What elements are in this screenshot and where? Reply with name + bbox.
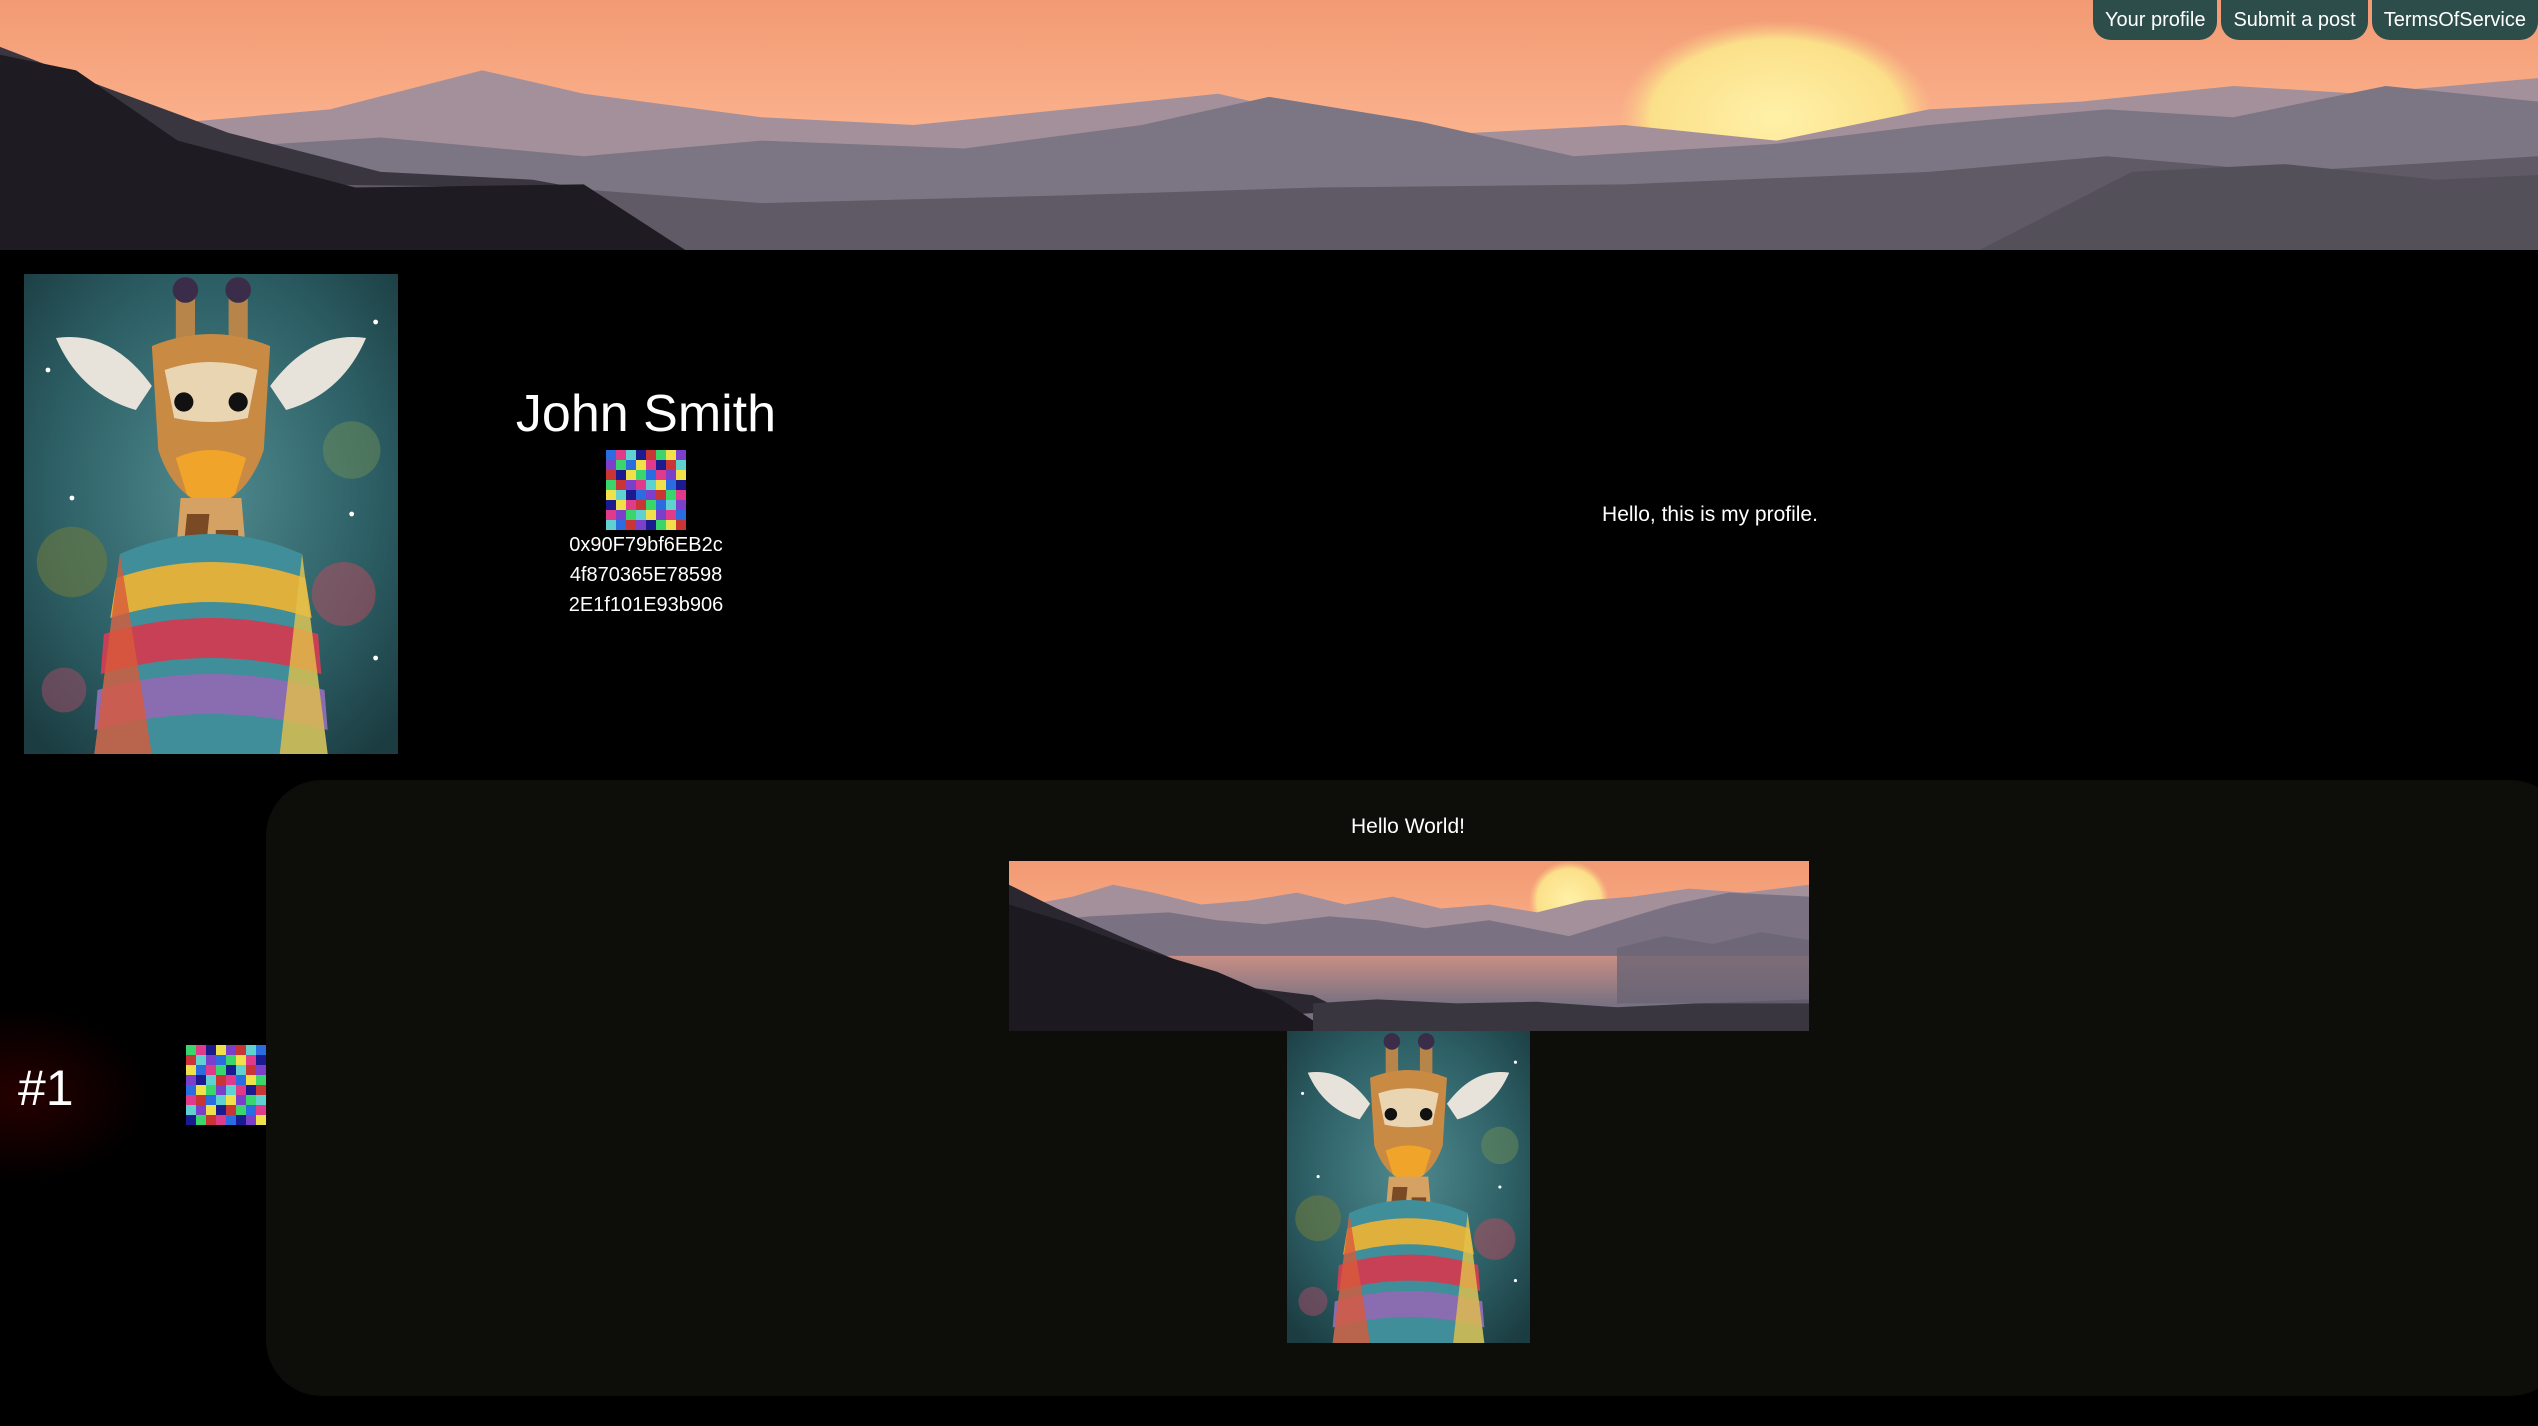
submit-post-button[interactable]: Submit a post [2221,0,2368,40]
profile-name: John Smith [515,385,777,443]
top-navigation: Your profile Submit a post TermsOfServic… [2093,0,2538,40]
wallet-address-line: 4f870365E78598 [569,564,723,586]
wallet-address-line: 2E1f101E93b906 [568,594,724,616]
post-image-giraffe [1287,1031,1530,1343]
post-author-identicon[interactable] [186,1045,266,1125]
terms-of-service-button[interactable]: TermsOfService [2371,0,2538,40]
wallet-address: 0x90F79bf6EB2c 4f870365E78598 2E1f101E93… [520,530,772,620]
wallet-identicon [606,450,686,530]
your-profile-button[interactable]: Your profile [2093,0,2218,40]
post-rank: #1 [18,1060,74,1116]
profile-bio: Hello, this is my profile. [1602,503,1818,526]
post-title: Hello World! [1351,815,1465,838]
post-image-mountains [1009,861,1809,1031]
wallet-address-line: 0x90F79bf6EB2c [569,534,723,556]
profile-avatar-image [24,274,398,754]
